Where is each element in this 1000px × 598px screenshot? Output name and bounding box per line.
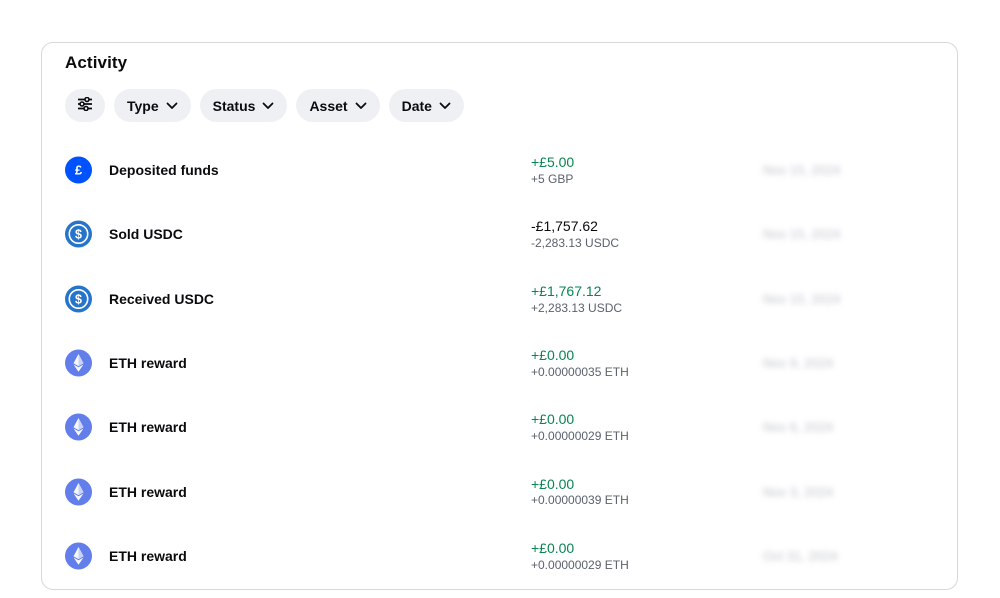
- fiat-amount: +£1,767.12: [531, 282, 602, 299]
- filter-status-label: Status: [212, 97, 256, 114]
- filter-type-dropdown[interactable]: Type: [114, 89, 191, 122]
- activity-amount: +£1,767.12 +2,283.13 USDC: [531, 283, 622, 315]
- activity-card: Activity Type Status Asset Date £ Deposi…: [41, 42, 958, 590]
- eth-icon: [65, 542, 92, 570]
- activity-amount: +£0.00 +0.00000029 ETH: [531, 540, 629, 572]
- eth-icon: [65, 413, 92, 441]
- activity-row[interactable]: $ Received USDC +£1,767.12 +2,283.13 USD…: [42, 267, 957, 331]
- filter-date-dropdown[interactable]: Date: [388, 89, 464, 122]
- activity-date: Nov 15, 2024: [763, 291, 841, 307]
- svg-text:£: £: [75, 163, 83, 178]
- usdc-icon: $: [65, 220, 92, 248]
- activity-date: Nov 15, 2024: [763, 226, 841, 242]
- activity-row[interactable]: ETH reward +£0.00 +0.00000035 ETH Nov 9,…: [42, 331, 957, 395]
- crypto-amount: +0.00000039 ETH: [531, 493, 629, 508]
- crypto-amount: +5 GBP: [531, 171, 574, 186]
- chevron-down-icon: [439, 102, 451, 110]
- activity-row[interactable]: ETH reward +£0.00 +0.00000029 ETH Nov 6,…: [42, 395, 957, 459]
- fiat-amount: +£0.00: [531, 411, 575, 428]
- eth-icon: [65, 349, 92, 377]
- activity-amount: +£0.00 +0.00000039 ETH: [531, 476, 629, 508]
- activity-list: £ Deposited funds +£5.00 +5 GBP Nov 15, …: [42, 138, 957, 588]
- activity-date: Nov 6, 2024: [763, 419, 834, 435]
- crypto-amount: +0.00000035 ETH: [531, 364, 629, 379]
- activity-date: Nov 9, 2024: [763, 355, 834, 371]
- activity-label: Sold USDC: [109, 226, 183, 243]
- pound-icon: £: [65, 156, 92, 184]
- crypto-amount: -2,283.13 USDC: [531, 236, 620, 251]
- activity-label: ETH reward: [109, 355, 187, 372]
- activity-date: Oct 31, 2024: [763, 548, 838, 564]
- crypto-amount: +0.00000029 ETH: [531, 557, 629, 572]
- crypto-amount: +2,283.13 USDC: [531, 300, 623, 315]
- activity-row[interactable]: ETH reward +£0.00 +0.00000039 ETH Nov 3,…: [42, 459, 957, 523]
- filter-type-label: Type: [127, 97, 159, 114]
- fiat-amount: +£0.00: [531, 346, 575, 363]
- usdc-icon: $: [65, 285, 92, 313]
- filter-asset-label: Asset: [309, 97, 348, 114]
- filter-status-dropdown[interactable]: Status: [199, 89, 288, 122]
- fiat-amount: +£0.00: [531, 539, 575, 556]
- activity-title: Activity: [65, 53, 128, 72]
- fiat-amount: -£1,757.62: [531, 218, 598, 235]
- chevron-down-icon: [355, 102, 367, 110]
- activity-label: Deposited funds: [109, 162, 219, 179]
- fiat-amount: +£5.00: [531, 154, 575, 171]
- chevron-down-icon: [166, 102, 178, 110]
- sliders-icon: [77, 96, 93, 114]
- filter-asset-dropdown[interactable]: Asset: [296, 89, 380, 122]
- activity-date: Nov 3, 2024: [763, 484, 834, 500]
- svg-text:$: $: [75, 292, 82, 306]
- activity-date: Nov 15, 2024: [763, 162, 841, 178]
- activity-amount: +£5.00 +5 GBP: [531, 154, 574, 186]
- chevron-down-icon: [262, 102, 274, 110]
- filter-settings-button[interactable]: [65, 89, 105, 122]
- activity-row[interactable]: $ Sold USDC -£1,757.62 -2,283.13 USDC No…: [42, 202, 957, 266]
- filter-bar: Type Status Asset Date: [65, 89, 464, 122]
- activity-label: ETH reward: [109, 483, 187, 500]
- filter-date-label: Date: [401, 97, 432, 114]
- activity-amount: +£0.00 +0.00000035 ETH: [531, 347, 629, 379]
- activity-row[interactable]: ETH reward +£0.00 +0.00000029 ETH Oct 31…: [42, 524, 957, 588]
- fiat-amount: +£0.00: [531, 475, 575, 492]
- svg-text:$: $: [75, 228, 82, 242]
- activity-label: ETH reward: [109, 547, 187, 564]
- activity-amount: +£0.00 +0.00000029 ETH: [531, 411, 629, 443]
- activity-amount: -£1,757.62 -2,283.13 USDC: [531, 218, 619, 250]
- eth-icon: [65, 478, 92, 506]
- activity-label: ETH reward: [109, 419, 187, 436]
- crypto-amount: +0.00000029 ETH: [531, 429, 629, 444]
- activity-row[interactable]: £ Deposited funds +£5.00 +5 GBP Nov 15, …: [42, 138, 957, 202]
- activity-label: Received USDC: [109, 290, 215, 307]
